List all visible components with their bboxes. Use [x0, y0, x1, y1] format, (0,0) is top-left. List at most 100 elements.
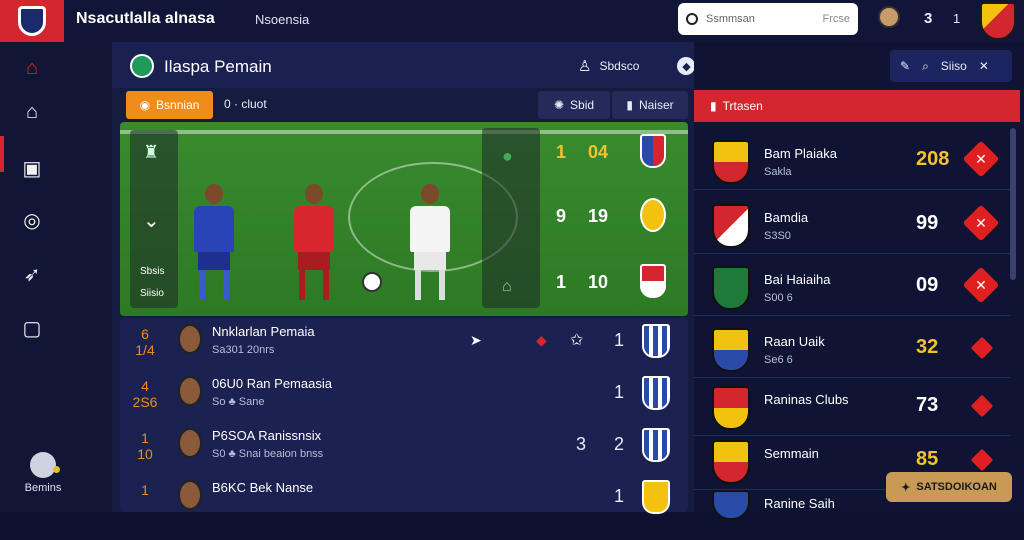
- team-crest-icon: [642, 428, 670, 462]
- search-icon[interactable]: ⌕: [922, 59, 929, 74]
- team-crest-icon: [640, 134, 666, 168]
- player-value: 1: [614, 382, 625, 402]
- target-icon[interactable]: ◎: [18, 206, 46, 234]
- player-avatar: [178, 428, 202, 458]
- remove-icon[interactable]: ✕: [962, 140, 1000, 178]
- table-row[interactable]: 1 B6KC Bek Nanse 1: [120, 474, 688, 522]
- player-shorts: [198, 252, 230, 270]
- ball-icon[interactable]: ●: [502, 146, 513, 167]
- home-icon[interactable]: ⌂: [18, 98, 46, 126]
- player-detail: Sa301 20nrs: [212, 344, 275, 356]
- standings-tab[interactable]: ▮ Trtasen: [694, 90, 1020, 122]
- app-title: Nsacutlalla alnasa: [76, 10, 215, 27]
- header-actions: ♙ Sbdsco ◆: [578, 57, 696, 75]
- cta-button[interactable]: ✦ SATSDOIKOAN: [886, 472, 1012, 502]
- player-avatar: [178, 324, 202, 354]
- list-item[interactable]: Raan Uaik Se6 6 32: [694, 316, 1010, 378]
- club-score: 99: [916, 212, 939, 234]
- tab-label: Naiser: [638, 98, 674, 112]
- list-item[interactable]: Bamdia S3S0 99 ✕: [694, 192, 1010, 254]
- score-b: 19: [588, 206, 609, 226]
- ball-icon: [362, 272, 382, 292]
- player-rank: 1 10: [137, 430, 153, 462]
- house-icon[interactable]: ⌂: [502, 278, 512, 296]
- sidebar-bottom-label: Bemins: [24, 482, 62, 494]
- close-icon[interactable]: ✕: [979, 59, 989, 73]
- table-row[interactable]: 1 10 P6SOA Ranissnsix S0 ♣ Snai beaion b…: [120, 422, 688, 470]
- notification-count[interactable]: 3: [924, 10, 932, 27]
- arrow-icon[interactable]: ➤: [470, 332, 482, 349]
- app-subtitle[interactable]: Nsoensia: [255, 12, 309, 27]
- club-score: 32: [916, 336, 939, 358]
- user-icon[interactable]: ♙: [578, 57, 591, 75]
- player-head: [205, 184, 223, 204]
- message-count[interactable]: 1: [953, 11, 960, 26]
- pitch-panel: ♜ ⌄ Sbsis Siisio ● ⌂ 1 04 9 19 1 10: [120, 122, 688, 316]
- tab-active[interactable]: ◉ Bsnnian: [126, 91, 213, 119]
- list-item[interactable]: Bam Plaiaka Sakla 208 ✕: [694, 128, 1010, 190]
- remove-icon[interactable]: ✕: [962, 204, 1000, 242]
- header-action-label[interactable]: Sbdsco: [599, 59, 639, 73]
- player-name: 06U0 Ran Pemaasia: [212, 376, 332, 391]
- main-panel: Ilaspa Pemain ♙ Sbdsco ◆ ◉ Bsnnian 0 · cl…: [112, 42, 696, 514]
- remove-icon[interactable]: ✕: [962, 266, 1000, 304]
- player-detail: S0 ♣ Snai beaion bnss: [212, 448, 324, 460]
- pitch-score-row: 1 10: [556, 272, 608, 293]
- pin-icon[interactable]: ✎: [900, 59, 910, 73]
- club-sub: S3S0: [764, 230, 791, 242]
- club-crest-icon: [712, 328, 750, 372]
- player-value-secondary: 3: [576, 434, 587, 454]
- player-rank: 4 2S6: [132, 378, 158, 410]
- toolbar-label[interactable]: Siiso: [941, 59, 967, 73]
- club-crest-icon: [712, 386, 750, 430]
- sidebar: ⌂ ⌂ ▣ ◎ ➶ ▢ Bemins: [0, 42, 112, 512]
- chevron-down-icon[interactable]: ⌄: [143, 208, 160, 233]
- square-icon[interactable]: ▢: [18, 314, 46, 342]
- player-shorts: [414, 252, 446, 270]
- player-avatar: [178, 480, 202, 510]
- whistle-icon[interactable]: ➶: [18, 260, 46, 288]
- remove-small-icon[interactable]: [970, 394, 994, 418]
- team-crest-icon: [640, 198, 666, 232]
- remove-small-icon[interactable]: [970, 448, 994, 472]
- castle-icon[interactable]: ♜: [143, 142, 159, 163]
- bag-icon: ▮: [626, 98, 633, 112]
- player-head: [305, 184, 323, 204]
- scrollbar[interactable]: [1010, 128, 1016, 280]
- team-crest-icon: [642, 376, 670, 410]
- shield-small-icon[interactable]: ◆: [677, 57, 696, 75]
- tab-4[interactable]: ▮ Naiser: [612, 91, 688, 119]
- table-row[interactable]: 4 2S6 06U0 Ran Pemaasia So ♣ Sane 1: [120, 370, 688, 418]
- table-row[interactable]: 6 1/4 Nnklarlan Pemaia Sa301 20nrs ➤ ◆ ✩…: [120, 318, 688, 366]
- club-crest-icon: [712, 140, 750, 184]
- page-title: Ilaspa Pemain: [164, 57, 272, 76]
- club-sub: Sakla: [764, 166, 792, 178]
- club-name: Bai Haiaiha: [764, 272, 831, 287]
- chat-icon[interactable]: ▣: [18, 154, 46, 182]
- player-name: Nnklarlan Pemaia: [212, 324, 315, 339]
- club-name: Ranine Saih: [764, 496, 835, 511]
- list-item[interactable]: Bai Haiaiha S00 6 09 ✕: [694, 254, 1010, 316]
- avatar[interactable]: [878, 6, 900, 28]
- tab-2[interactable]: 0 · cluot: [224, 97, 267, 111]
- player-list: 6 1/4 Nnklarlan Pemaia Sa301 20nrs ➤ ◆ ✩…: [120, 318, 688, 514]
- club-name: Bam Plaiaka: [764, 146, 837, 161]
- list-item[interactable]: Raninas Clubs 73: [694, 374, 1010, 436]
- remove-small-icon[interactable]: [970, 336, 994, 360]
- club-name: Raan Uaik: [764, 334, 825, 349]
- home-outline-icon[interactable]: ⌂: [18, 54, 46, 82]
- search-input[interactable]: Ssmmsan Frcse: [678, 3, 858, 35]
- tab-label: Bsnnian: [156, 98, 200, 112]
- player-legs: [299, 270, 329, 300]
- app-logo[interactable]: [0, 0, 64, 42]
- club-badge-icon[interactable]: [980, 2, 1016, 40]
- score-a: 9: [556, 206, 567, 226]
- star-icon: ✩: [570, 332, 584, 349]
- tag-icon: ▮: [710, 99, 717, 113]
- ball-icon: ✺: [553, 98, 565, 112]
- sidebar-bottom-item[interactable]: Bemins: [18, 452, 68, 494]
- club-score: 73: [916, 394, 939, 416]
- tab-3[interactable]: ✺ Sbid: [538, 91, 610, 119]
- search-icon: [686, 13, 698, 25]
- player-value: 2: [614, 434, 625, 454]
